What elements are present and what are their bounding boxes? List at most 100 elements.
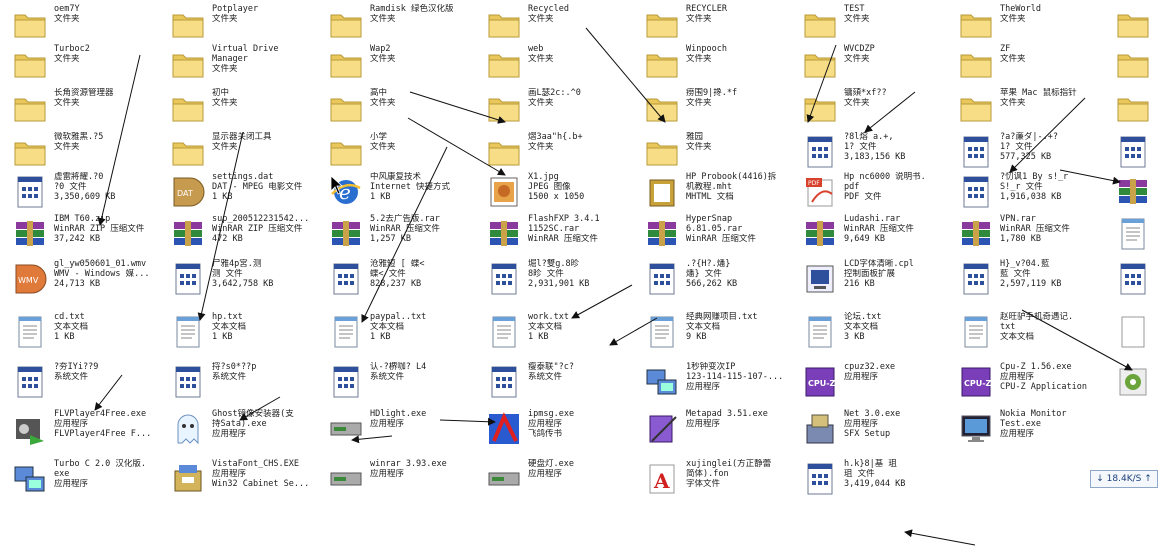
file-item[interactable]: ?夯IYi??9 系统文件 [12, 362, 170, 410]
file-item[interactable]: 虛雷將耀.?0 ?0 文件 3,350,609 KB [12, 172, 170, 220]
file-item[interactable] [1115, 259, 1160, 307]
file-item[interactable]: CPU-Z Cpu-Z 1.56.exe 应用程序 CPU-Z Application [958, 362, 1116, 410]
item-label: 硬盘灯.exe 应用程序 [528, 459, 640, 479]
file-item[interactable]: HP Probook(4416)拆 机教程.mht MHTML 文档 [644, 172, 802, 220]
file-item[interactable]: 硬盘灯.exe 应用程序 [486, 459, 644, 507]
file-item[interactable] [1115, 172, 1160, 220]
file-item[interactable]: 尸雅4p宮.测测 文件 3,642,758 KB [170, 259, 328, 307]
file-item[interactable]: FlashFXP 3.4.1 1152SC.rar WinRAR 压缩文件 [486, 214, 644, 262]
winrar-archive-icon [170, 216, 206, 252]
item-label: cpuz32.exe 应用程序 [844, 362, 956, 382]
folder-item[interactable]: 高中 文件夹 [328, 88, 486, 136]
file-item[interactable]: VPN.rar WinRAR 压缩文件 1,780 KB [958, 214, 1116, 262]
file-item[interactable]: HyperSnap 6.81.05.rar WinRAR 压缩文件 [644, 214, 802, 262]
item-label-line: WinRAR 压缩文件 [370, 224, 440, 234]
item-label: 经典网赚项目.txt 文本文档 9 KB [686, 312, 798, 342]
folder-item[interactable] [1115, 88, 1160, 136]
item-label-line: 文本文档 [528, 322, 563, 332]
network-speed-widget[interactable]: ↓ 18.4K/S ↑ [1090, 470, 1158, 488]
file-item[interactable]: FLVPlayer4Free.exe 应用程序 FLVPlayer4Free F..… [12, 409, 170, 457]
file-item[interactable]: 瘦泰联"?c? 系统文件 [486, 362, 644, 410]
file-item[interactable]: cd.txt 文本文档 1 KB [12, 312, 170, 360]
item-label: Winpooch 文件夹 [686, 44, 798, 64]
folder-icon [170, 6, 206, 42]
file-item[interactable]: Metapad 3.51.exe 应用程序 [644, 409, 802, 457]
file-item[interactable]: Ghost镜像安装器(支 持Sata).exe 应用程序 [170, 409, 328, 457]
file-item[interactable]: 认-?楐咖? L4 系统文件 [328, 362, 486, 410]
item-label-line: Manager [212, 54, 248, 64]
file-item[interactable]: 堀l?雙g.8昣 8昣 文件 2,931,901 KB [486, 259, 644, 307]
folder-item[interactable]: 痨围9|搀.*f 文件夹 [644, 88, 802, 136]
item-label-line: 测 文件 [212, 269, 243, 279]
file-item[interactable] [1115, 362, 1160, 410]
file-item[interactable]: 5.2去广告版.rar WinRAR 压缩文件 1,257 KB [328, 214, 486, 262]
folder-item[interactable]: 长角资源管理器 文件夹 [12, 88, 170, 136]
file-item[interactable]: 论坛.txt 文本文档 3 KB [802, 312, 960, 360]
file-item[interactable]: work.txt 文本文档 1 KB [486, 312, 644, 360]
item-label-line: 1秒钟变次IP [686, 362, 736, 372]
svg-text:WMV: WMV [18, 276, 39, 285]
folder-item[interactable]: WVCDZP 文件夹 [802, 44, 960, 92]
item-label-line: 控制面板扩展 [844, 269, 896, 279]
file-item[interactable]: WMV gl_yw050601_01.wmv WMV - Windows 媒... 2… [12, 259, 170, 307]
file-item[interactable]: sup_200512231542... WinRAR ZIP 压缩文件 472 KB [170, 214, 328, 262]
folder-item[interactable]: Virtual Drive Manager 文件夹 [170, 44, 328, 92]
file-item[interactable]: 赵旺驴手机奇遇记. txt 文本文档 [958, 312, 1116, 360]
file-item[interactable]: e 中风康复技术 Internet 快捷方式 1 KB [328, 172, 486, 220]
item-label-line: Ramdisk 绿色汉化版 [370, 4, 454, 14]
folder-item[interactable]: 苹果 Mac 鼠标指针 文件夹 [958, 88, 1116, 136]
folder-item[interactable]: Winpooch 文件夹 [644, 44, 802, 92]
file-item[interactable]: Axujinglei(方正静蕾 简体).fon 字体文件 [644, 459, 802, 507]
file-item[interactable]: winrar 3.93.exe 应用程序 [328, 459, 486, 507]
file-item[interactable]: Turbo C 2.0 汉化版. exe 应用程序 [12, 459, 170, 507]
font-file-icon: A [644, 461, 680, 497]
item-label-line: cpuz32.exe [844, 362, 896, 372]
file-item[interactable] [1115, 214, 1160, 262]
item-label-line: 文本文档 [370, 322, 405, 332]
item-label: 画L瑟2c:.^0 文件夹 [528, 88, 640, 108]
file-item[interactable]: Ludashi.rar WinRAR 压缩文件 9,649 KB [802, 214, 960, 262]
item-label-line: TEST [844, 4, 865, 14]
file-item[interactable]: paypal..txt 文本文档 1 KB [328, 312, 486, 360]
item-label-line: HyperSnap [686, 214, 733, 224]
folder-item[interactable]: 镛頦*xf?? 文件夹 [802, 88, 960, 136]
file-item[interactable] [1115, 312, 1160, 360]
folder-item[interactable]: 初中 文件夹 [170, 88, 328, 136]
ghost-icon [170, 411, 206, 447]
file-item[interactable]: .?{H?.燔} 燔} 文件 566,262 KB [644, 259, 802, 307]
folder-item[interactable]: ZF 文件夹 [958, 44, 1116, 92]
file-item[interactable]: VistaFont_CHS.EXE 应用程序 Win32 Cabinet Se... [170, 459, 328, 507]
file-item[interactable]: PDF Hp nc6000 说明书. pdf PDF 文件 [802, 172, 960, 220]
item-label-line: 472 KB [212, 234, 243, 244]
file-item[interactable]: LCD字体清晰.cpl 控制面板扩展 216 KB [802, 259, 960, 307]
file-item[interactable]: H}_v?04.藍藍 文件 2,597,119 KB [958, 259, 1116, 307]
item-label: Cpu-Z 1.56.exe 应用程序 CPU-Z Application [1000, 362, 1112, 392]
folder-item[interactable] [1115, 44, 1160, 92]
file-item[interactable]: ?忉讽1 By s!_r S!_r 文件 1,916,038 KB [958, 172, 1116, 220]
item-label: 熠3aa"h{.b+ 文件夹 [528, 132, 640, 152]
file-item[interactable]: 沧雅短 [ 蝶< 蝶< 文件 828,237 KB [328, 259, 486, 307]
file-item[interactable]: HDlight.exe 应用程序 [328, 409, 486, 457]
file-item[interactable]: h.k}8|基 珇珇 文件 3,419,044 KB [802, 459, 960, 507]
folder-item[interactable]: 画L瑟2c:.^0 文件夹 [486, 88, 644, 136]
file-item[interactable]: 1秒钟变次IP 123-114-115-107-... 应用程序 [644, 362, 802, 410]
file-item[interactable]: IBM T60.zip WinRAR ZIP 压缩文件 37,242 KB [12, 214, 170, 262]
file-item[interactable]: Net 3.0.exe 应用程序 SFX Setup [802, 409, 960, 457]
file-item[interactable]: 经典网赚项目.txt 文本文档 9 KB [644, 312, 802, 360]
item-label: Turbo C 2.0 汉化版. exe 应用程序 [54, 459, 166, 489]
file-item[interactable]: CPU-Z cpuz32.exe 应用程序 [802, 362, 960, 410]
file-item[interactable]: Nokia Monitor Test.exe 应用程序 [958, 409, 1116, 457]
file-item[interactable]: 捋?s0*??p 系统文件 [170, 362, 328, 410]
file-item[interactable]: X1.jpg JPEG 图像 1500 x 1050 [486, 172, 644, 220]
folder-item[interactable]: Turboc2 文件夹 [12, 44, 170, 92]
item-label-line: ipmsg.exe [528, 409, 575, 419]
folder-item[interactable]: web 文件夹 [486, 44, 644, 92]
item-label-line: 珇 文件 [844, 469, 875, 479]
item-label-line: 1 KB [528, 332, 549, 342]
file-item[interactable]: ipmsg.exe 应用程序 飞鸽传书 [486, 409, 644, 457]
item-label-line: Turboc2 [54, 44, 90, 54]
folder-item[interactable]: Wap2 文件夹 [328, 44, 486, 92]
item-label-line: 文件夹 [212, 98, 238, 108]
file-item[interactable]: DAT settings.dat DAT - MPEG 电影文件 1 KB [170, 172, 328, 220]
file-item[interactable]: hp.txt 文本文档 1 KB [170, 312, 328, 360]
